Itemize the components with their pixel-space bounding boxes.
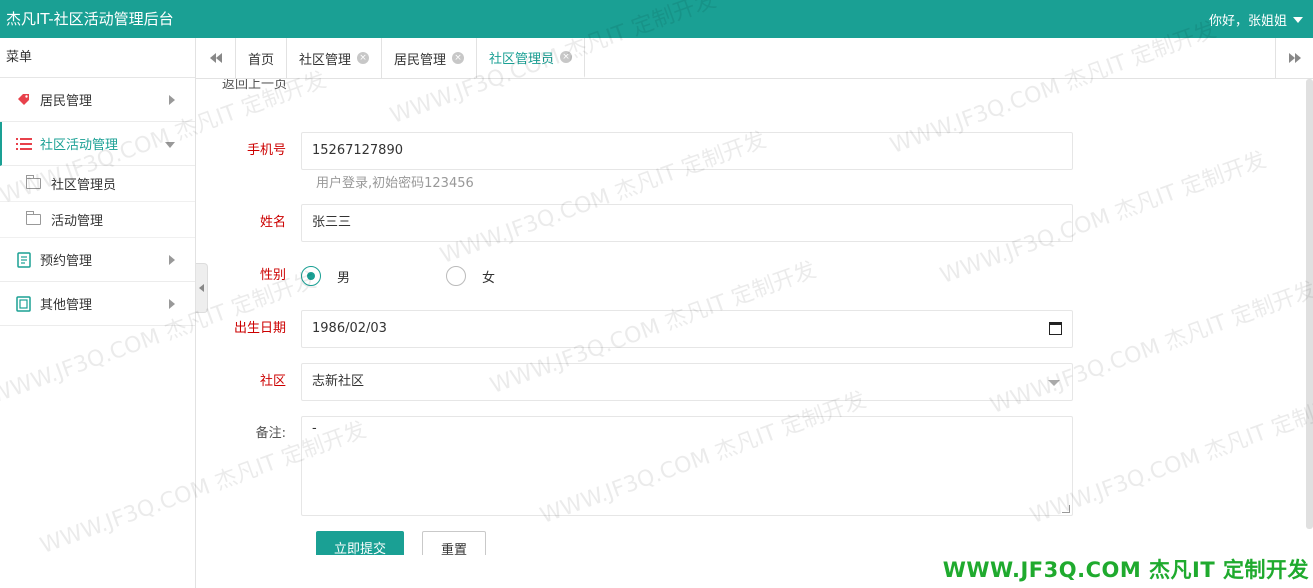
- community-select[interactable]: 志新社区: [301, 363, 1073, 401]
- name-row: 姓名 张三三: [208, 204, 1073, 242]
- top-header: 杰凡IT-社区活动管理后台 你好，张姐姐: [0, 0, 1313, 38]
- chevron-down-icon: [1048, 380, 1060, 386]
- gender-label: 性别: [259, 268, 286, 283]
- sidebar-collapse-handle[interactable]: [196, 263, 208, 313]
- back-link[interactable]: 返回上一页: [222, 79, 287, 92]
- name-label: 姓名: [259, 215, 286, 230]
- tab-label: 社区管理员: [489, 51, 555, 67]
- birthday-value: 1986/02/03: [312, 321, 387, 336]
- phone-hint: 用户登录,初始密码123456: [316, 176, 474, 191]
- sidebar-item-label: 其他管理: [40, 298, 93, 313]
- notes-icon: [16, 295, 32, 312]
- sidebar-item-community-activity[interactable]: 社区活动管理: [0, 122, 195, 166]
- radio-unchecked-icon: [446, 266, 466, 286]
- tabs-scroll-right-button[interactable]: [1275, 38, 1313, 78]
- folder-icon: [26, 211, 41, 225]
- tab-label: 居民管理: [394, 52, 447, 68]
- remark-label: 备注:: [255, 426, 286, 441]
- remark-row: 备注: -: [208, 416, 1073, 516]
- gender-radio-female[interactable]: 女: [446, 266, 495, 286]
- chevron-right-icon: [169, 299, 175, 309]
- sidebar-subitem-label: 社区管理员: [51, 178, 117, 193]
- chevron-right-icon: [169, 95, 175, 105]
- birthday-label: 出生日期: [233, 321, 286, 336]
- phone-label: 手机号: [246, 143, 286, 158]
- tab-bar: 首页 社区管理 × 居民管理 × 社区管理员 ×: [196, 38, 1313, 79]
- phone-row: 手机号 15267127890: [208, 132, 1073, 170]
- sidebar-item-reservations[interactable]: 预约管理: [0, 238, 195, 282]
- document-icon: [16, 251, 32, 268]
- tab-resident-management[interactable]: 居民管理 ×: [382, 38, 478, 78]
- double-chevron-left-icon: [209, 53, 222, 63]
- sidebar-item-label: 预约管理: [40, 254, 93, 269]
- chevron-left-icon: [199, 284, 204, 292]
- birthday-input[interactable]: 1986/02/03: [301, 310, 1073, 348]
- birthday-row: 出生日期 1986/02/03: [208, 310, 1073, 348]
- remark-textarea[interactable]: -: [301, 416, 1073, 516]
- close-icon[interactable]: ×: [560, 51, 573, 63]
- sidebar-heading: 菜单: [0, 38, 195, 78]
- resize-handle-icon[interactable]: [1062, 505, 1070, 513]
- chevron-down-icon: [165, 142, 175, 148]
- user-menu[interactable]: 你好，张姐姐: [1209, 10, 1303, 29]
- form-panel: 返回上一页 手机号 15267127890 用户登录,初始密码123456 姓名…: [208, 79, 1306, 555]
- radio-label: 男: [337, 270, 351, 286]
- tab-label: 社区管理: [299, 52, 352, 68]
- remark-value: -: [312, 421, 317, 436]
- reset-button[interactable]: 重置: [422, 531, 487, 555]
- watermark-brand: WWW.JF3Q.COM 杰凡IT 定制开发: [942, 558, 1309, 582]
- community-selected-value: 志新社区: [312, 374, 365, 389]
- tab-home[interactable]: 首页: [236, 38, 288, 78]
- app-title: 杰凡IT-社区活动管理后台: [6, 10, 174, 28]
- gender-row: 性别 男 女: [208, 257, 495, 295]
- sidebar-item-other[interactable]: 其他管理: [0, 282, 195, 326]
- sidebar-item-label: 社区活动管理: [40, 138, 119, 153]
- community-label: 社区: [259, 374, 286, 389]
- community-row: 社区 志新社区: [208, 363, 1073, 401]
- tabs-scroll-left-button[interactable]: [196, 38, 236, 78]
- sidebar-subitem-label: 活动管理: [51, 214, 104, 229]
- sidebar-item-label: 居民管理: [40, 94, 93, 109]
- folder-icon: [26, 175, 41, 189]
- chevron-right-icon: [169, 255, 175, 265]
- tab-label: 首页: [248, 52, 275, 68]
- sidebar-item-residents[interactable]: 居民管理: [0, 78, 195, 122]
- tab-list: 首页 社区管理 × 居民管理 × 社区管理员 ×: [236, 38, 586, 78]
- close-icon[interactable]: ×: [452, 52, 465, 64]
- close-icon[interactable]: ×: [357, 52, 370, 64]
- gender-radio-group: 男 女: [301, 257, 495, 295]
- tab-community-management[interactable]: 社区管理 ×: [287, 38, 383, 78]
- calendar-icon[interactable]: [1049, 322, 1062, 335]
- list-icon: [16, 136, 32, 152]
- name-input[interactable]: 张三三: [301, 204, 1073, 242]
- content-scrollbar[interactable]: [1306, 79, 1313, 529]
- phone-input[interactable]: 15267127890: [301, 132, 1073, 170]
- submit-button[interactable]: 立即提交: [316, 531, 405, 555]
- tab-community-admin[interactable]: 社区管理员 ×: [477, 38, 586, 78]
- sidebar-subitem-community-admin[interactable]: 社区管理员: [0, 166, 195, 202]
- user-greeting: 你好，张姐姐: [1208, 14, 1287, 29]
- radio-label: 女: [482, 270, 496, 286]
- caret-down-icon: [1293, 16, 1303, 23]
- double-chevron-right-icon: [1288, 53, 1301, 63]
- radio-checked-icon: [301, 266, 321, 286]
- gender-radio-male[interactable]: 男: [301, 266, 446, 286]
- sidebar-subitem-activity-management[interactable]: 活动管理: [0, 202, 195, 238]
- tag-icon: [16, 92, 32, 108]
- sidebar: 菜单 居民管理 社区活动管理 社区管理员 活动管理 预约管理 其他管理: [0, 38, 196, 588]
